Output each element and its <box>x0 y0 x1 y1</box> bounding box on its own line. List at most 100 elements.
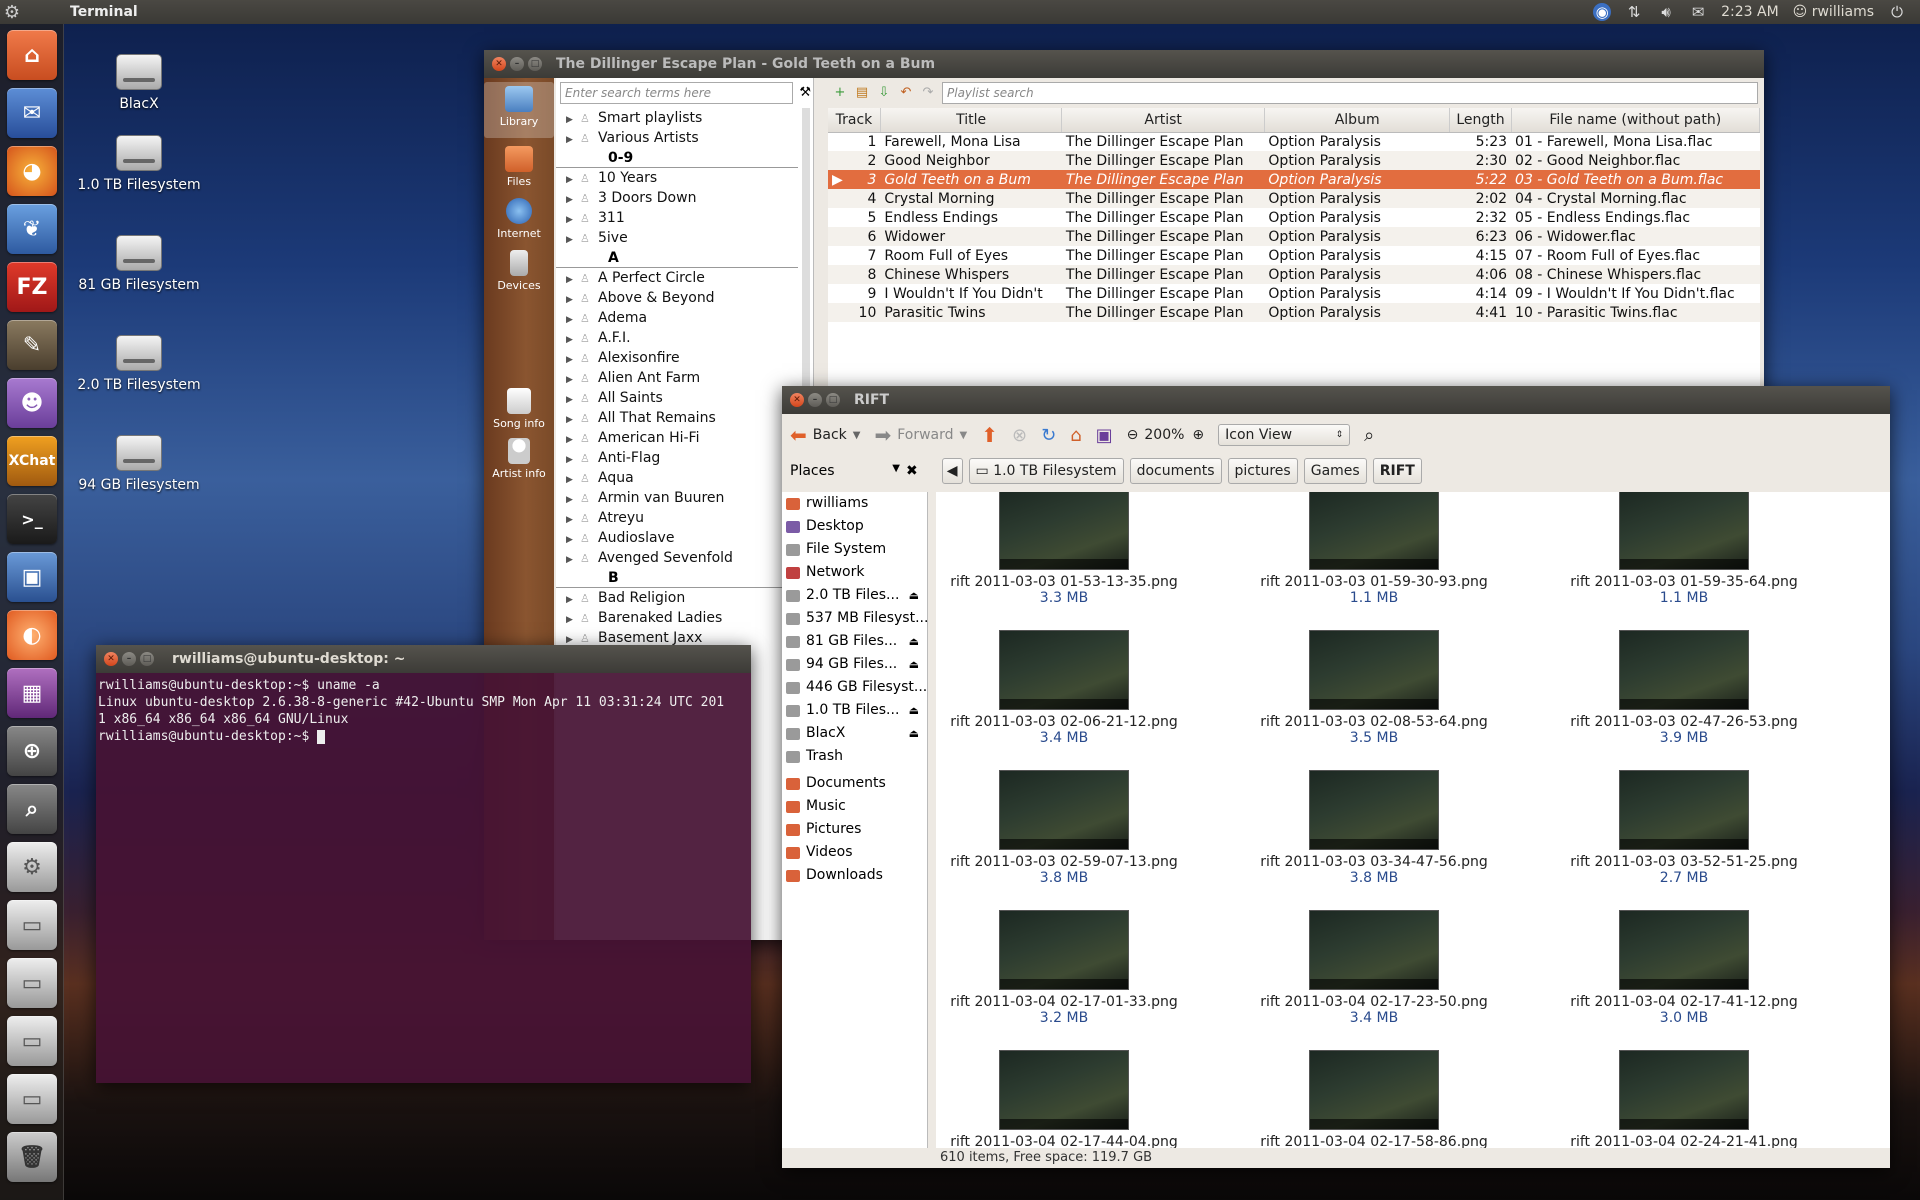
network-globe-icon[interactable]: ◉ <box>1593 3 1612 21</box>
expand-arrow-icon[interactable]: ▶ <box>566 210 580 230</box>
expand-arrow-icon[interactable]: ▶ <box>566 370 580 390</box>
clock[interactable]: 2:23 AM <box>1721 4 1779 20</box>
search-icon[interactable]: ⌕ <box>1364 425 1374 446</box>
file-item[interactable]: rift 2011-03-04 02-17-01-33.png 3.2 MB <box>944 910 1184 1026</box>
library-item[interactable]: ▶ ♙ Armin van Buuren <box>556 488 802 508</box>
place-item[interactable]: Videos <box>782 841 927 864</box>
place-item[interactable]: 1.0 TB Files... ⏏ <box>782 699 927 722</box>
expand-arrow-icon[interactable]: ▶ <box>566 110 580 130</box>
drive-2-icon[interactable]: ▭ <box>7 958 57 1008</box>
place-item[interactable]: Documents <box>782 772 927 795</box>
file-manager-titlebar[interactable]: ✕ – □ RIFT <box>782 386 1890 414</box>
power-icon[interactable]: ⏻ <box>1888 3 1906 21</box>
expand-arrow-icon[interactable]: ▶ <box>566 390 580 410</box>
home-icon[interactable]: ⌂ <box>1070 425 1081 446</box>
clementine-titlebar[interactable]: ✕ – □ The Dillinger Escape Plan - Gold T… <box>484 50 1764 78</box>
library-item[interactable]: ▶ ♙ Barenaked Ladies <box>556 608 802 628</box>
library-item[interactable]: ▶ ♙ 10 Years <box>556 168 802 188</box>
library-item[interactable]: ▶ ♙ Bad Religion <box>556 588 802 608</box>
library-item[interactable]: ▶ ♙ 5ive <box>556 228 802 248</box>
file-item[interactable]: rift 2011-03-03 01-53-13-35.png 3.3 MB <box>944 492 1184 606</box>
computer-icon[interactable]: ▣ <box>1096 425 1113 446</box>
tab-devices[interactable]: Devices <box>484 246 554 292</box>
expand-arrow-icon[interactable]: ▶ <box>566 310 580 330</box>
file-item[interactable]: rift 2011-03-04 02-17-44-04.png <box>944 1050 1184 1148</box>
library-item[interactable]: ▶ ♙ Alexisonfire <box>556 348 802 368</box>
place-item[interactable]: 537 MB Filesyst... <box>782 607 927 630</box>
eject-icon[interactable]: ⏏ <box>909 653 919 676</box>
empathy-icon[interactable]: ☻ <box>7 378 57 428</box>
place-item[interactable]: BlacX ⏏ <box>782 722 927 745</box>
drive-3-icon[interactable]: ▭ <box>7 1016 57 1066</box>
magnifier-icon[interactable]: ⊕ <box>7 726 57 776</box>
expand-arrow-icon[interactable]: ▶ <box>566 510 580 530</box>
close-sidebar-icon[interactable]: ✖ <box>906 463 918 479</box>
filezilla-icon[interactable]: FZ <box>7 262 57 312</box>
expand-arrow-icon[interactable]: ▶ <box>566 610 580 630</box>
terminal-icon[interactable]: >_ <box>7 494 57 544</box>
mail-icon[interactable]: ✉ <box>1689 3 1707 21</box>
expand-arrow-icon[interactable]: ▶ <box>566 430 580 450</box>
new-playlist-icon[interactable]: + <box>832 85 848 101</box>
place-item[interactable]: Music <box>782 795 927 818</box>
column-header[interactable]: File name (without path) <box>1511 108 1761 133</box>
place-item[interactable]: rwilliams <box>782 492 927 515</box>
file-item[interactable]: rift 2011-03-03 01-59-30-93.png 1.1 MB <box>1254 492 1494 606</box>
minimize-icon[interactable]: – <box>510 57 524 71</box>
playlist-row[interactable]: 1 Farewell, Mona Lisa The Dillinger Escape… <box>828 132 1760 151</box>
expand-arrow-icon[interactable]: ▶ <box>566 270 580 290</box>
minimize-icon[interactable]: – <box>808 393 822 407</box>
library-item[interactable]: ▶ ♙ Alien Ant Farm <box>556 368 802 388</box>
expand-arrow-icon[interactable]: ▶ <box>566 230 580 250</box>
column-header[interactable]: Track <box>828 108 881 133</box>
library-item[interactable]: ▶ ♙ All Saints <box>556 388 802 408</box>
trash-icon[interactable]: 🗑︎ <box>7 1132 57 1182</box>
playlist-row[interactable]: 7 Room Full of Eyes The Dillinger Escape P… <box>828 246 1760 265</box>
file-item[interactable]: rift 2011-03-04 02-24-21-41.png <box>1564 1050 1804 1148</box>
terminal-titlebar[interactable]: ✕ – □ rwilliams@ubuntu-desktop: ~ <box>96 645 751 673</box>
tab-files[interactable]: Files <box>484 142 554 188</box>
file-item[interactable]: rift 2011-03-03 02-59-07-13.png 3.8 MB <box>944 770 1184 886</box>
expand-arrow-icon[interactable]: ▶ <box>566 470 580 490</box>
back-button[interactable]: ⬅ Back ▼ <box>790 423 860 447</box>
place-item[interactable]: 94 GB Files... ⏏ <box>782 653 927 676</box>
playlist-row[interactable]: 8 Chinese Whispers The Dillinger Escape Pl… <box>828 265 1760 284</box>
library-item[interactable]: ▶ ♙ Avenged Sevenfold <box>556 548 802 568</box>
zoom-out-icon[interactable]: ⊖ <box>1127 427 1139 443</box>
thunderbird-icon[interactable]: ✉ <box>7 88 57 138</box>
library-item[interactable]: ▶ ♙ Various Artists <box>556 128 802 148</box>
desktop-icon-blacx[interactable]: BlacX <box>74 54 204 112</box>
breadcrumb-documents[interactable]: documents <box>1129 458 1222 484</box>
place-item[interactable]: Desktop <box>782 515 927 538</box>
up-icon[interactable]: ⬆ <box>981 423 998 447</box>
close-icon[interactable]: ✕ <box>790 393 804 407</box>
expand-arrow-icon[interactable]: ▶ <box>566 290 580 310</box>
library-search-input[interactable]: Enter search terms here <box>560 82 794 104</box>
expand-arrow-icon[interactable]: ▶ <box>566 350 580 370</box>
playlist-row[interactable]: 2 Good Neighbor The Dillinger Escape Plan O… <box>828 151 1760 170</box>
breadcrumb-rift[interactable]: RIFT <box>1372 458 1422 484</box>
place-item[interactable]: Downloads <box>782 864 927 887</box>
place-item[interactable]: File System <box>782 538 927 561</box>
undo-icon[interactable]: ↶ <box>898 85 914 101</box>
eject-icon[interactable]: ⏏ <box>909 722 919 745</box>
place-item[interactable]: Pictures <box>782 818 927 841</box>
expand-arrow-icon[interactable]: ▶ <box>566 190 580 210</box>
eject-icon[interactable]: ⏏ <box>909 584 919 607</box>
clementine-icon[interactable]: ◐ <box>7 610 57 660</box>
reload-icon[interactable]: ↻ <box>1041 425 1056 446</box>
close-icon[interactable]: ✕ <box>492 57 506 71</box>
expand-arrow-icon[interactable]: ▶ <box>566 170 580 190</box>
playlist-row[interactable]: 9 I Wouldn't If You Didn't The Dillinger E… <box>828 284 1760 303</box>
library-item[interactable]: ▶ ♙ Adema <box>556 308 802 328</box>
breadcrumb-1tb[interactable]: ▭ 1.0 TB Filesystem <box>968 458 1124 484</box>
library-item[interactable]: ▶ ♙ 311 <box>556 208 802 228</box>
breadcrumb-pictures[interactable]: pictures <box>1227 458 1298 484</box>
expand-arrow-icon[interactable]: ▶ <box>566 450 580 470</box>
terminal-output[interactable]: rwilliams@ubuntu-desktop:~$ uname -a Linu… <box>96 673 751 749</box>
tab-song-info[interactable]: Song info <box>484 384 554 430</box>
pidgin-bird-icon[interactable]: ❦ <box>7 204 57 254</box>
expand-arrow-icon[interactable]: ▶ <box>566 330 580 350</box>
column-header[interactable]: Title <box>880 108 1063 133</box>
file-item[interactable]: rift 2011-03-03 03-52-51-25.png 2.7 MB <box>1564 770 1804 886</box>
